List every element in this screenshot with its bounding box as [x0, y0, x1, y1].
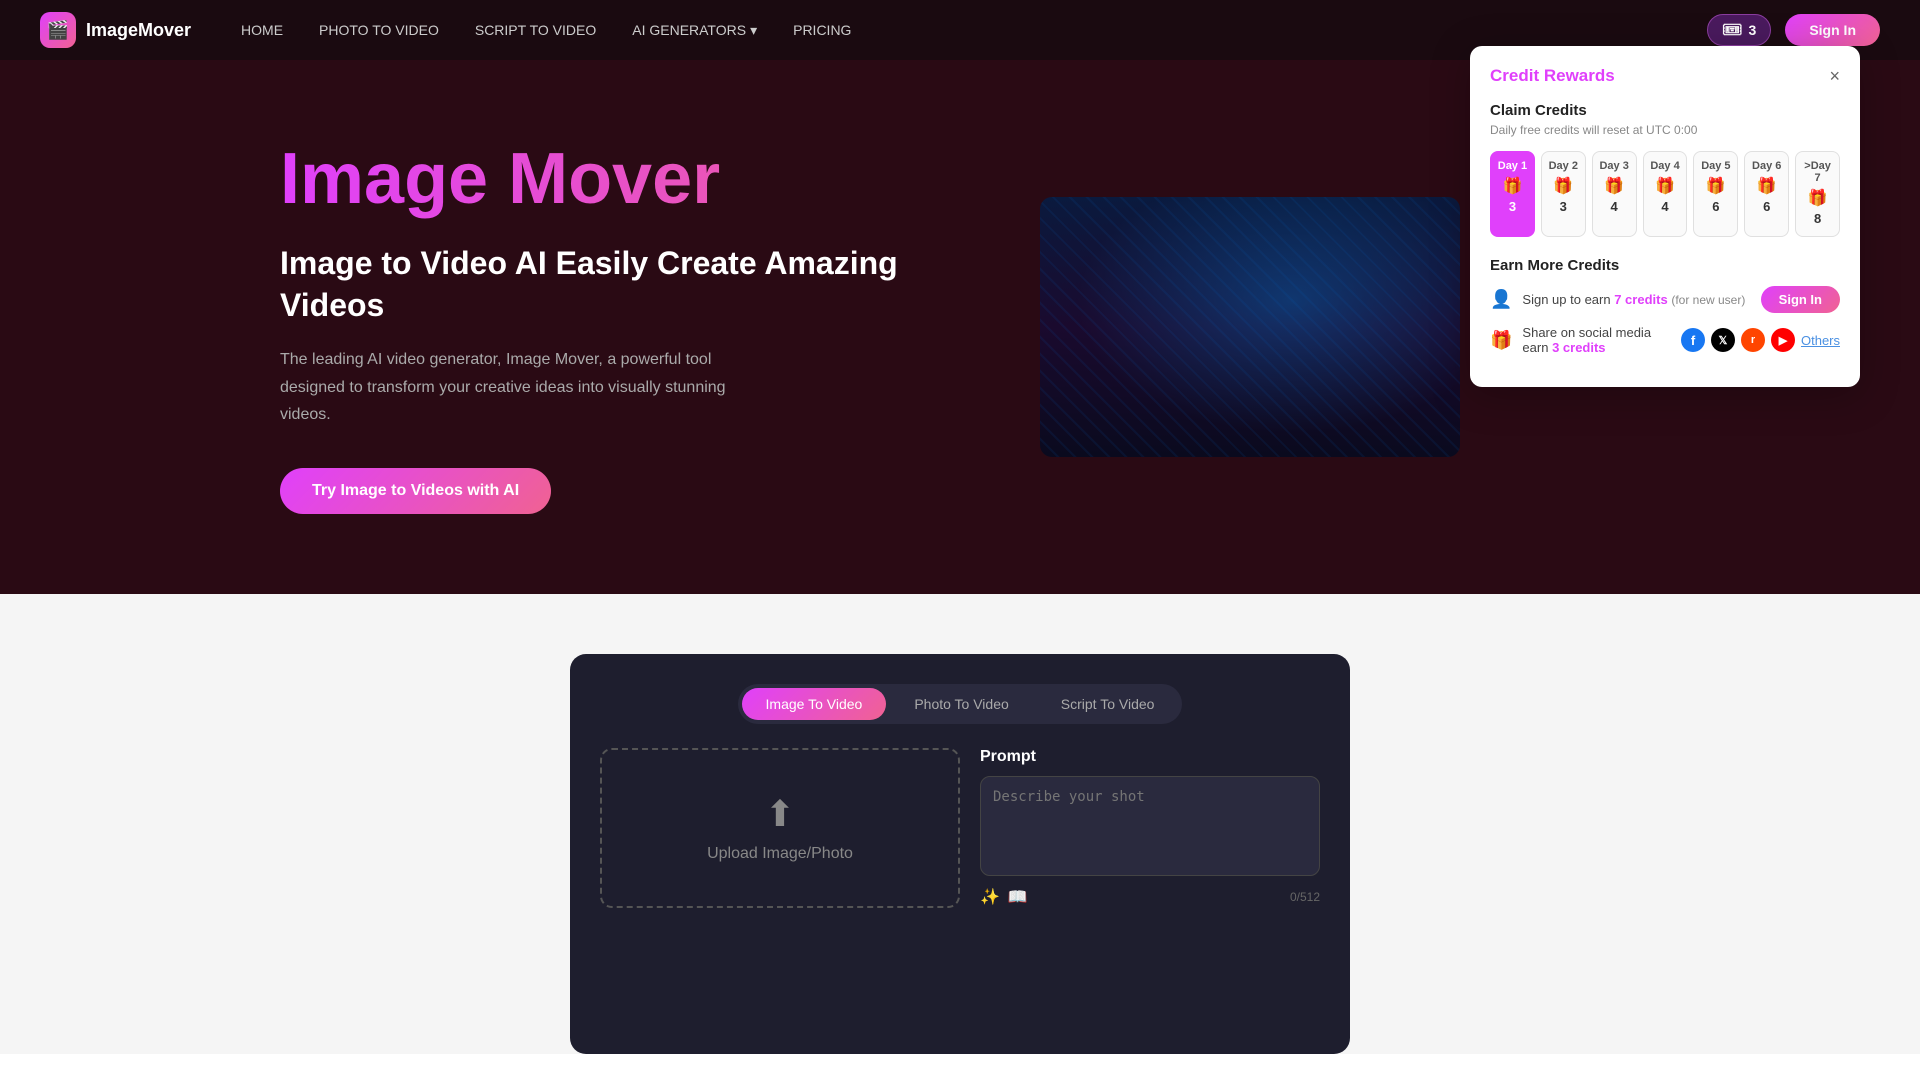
nav-links: HOME PHOTO TO VIDEO SCRIPT TO VIDEO AI G… — [241, 22, 1707, 39]
others-link[interactable]: Others — [1801, 333, 1840, 348]
social-icons: f 𝕏 r ▶ Others — [1681, 328, 1840, 352]
hero-description: The leading AI video generator, Image Mo… — [280, 346, 780, 428]
day-card-7[interactable]: >Day 7 🎁 8 — [1795, 151, 1840, 237]
lower-section: Image To VideoPhoto To VideoScript To Vi… — [0, 594, 1920, 1054]
gift-icon: 🎁 — [1490, 330, 1512, 351]
credits-count: 3 — [1749, 22, 1757, 38]
day-card-5[interactable]: Day 5 🎁 6 — [1693, 151, 1738, 237]
youtube-icon[interactable]: ▶ — [1771, 328, 1795, 352]
logo-text: ImageMover — [86, 20, 191, 41]
tool-body: ⬆ Upload Image/Photo Prompt ✨ 📖 0/512 — [600, 748, 1320, 908]
image-overlay — [1040, 197, 1460, 457]
nav-photo-to-video[interactable]: PHOTO TO VIDEO — [319, 22, 439, 39]
tab-script-to-video[interactable]: Script To Video — [1037, 688, 1179, 720]
prompt-icons: ✨ 📖 — [980, 887, 1028, 907]
day-card-3[interactable]: Day 3 🎁 4 — [1592, 151, 1637, 237]
credit-popup: Credit Rewards × Claim Credits Daily fre… — [1470, 46, 1860, 387]
nav-home[interactable]: HOME — [241, 22, 283, 39]
logo-area[interactable]: 🎬 ImageMover — [40, 12, 191, 48]
hero-title: Image Mover — [280, 140, 980, 219]
signup-credits: 7 credits — [1614, 292, 1667, 307]
x-twitter-icon[interactable]: 𝕏 — [1711, 328, 1735, 352]
earn-title: Earn More Credits — [1490, 257, 1840, 274]
days-row: Day 1 🎁 3 Day 2 🎁 3 Day 3 🎁 4 Day 4 🎁 4 … — [1490, 151, 1840, 237]
claim-subtitle: Daily free credits will reset at UTC 0:0… — [1490, 123, 1840, 137]
hero-content: Image Mover Image to Video AI Easily Cre… — [280, 140, 980, 514]
nav-pricing[interactable]: PRICING — [793, 22, 851, 39]
tab-image-to-video[interactable]: Image To Video — [742, 688, 887, 720]
upload-icon: ⬆ — [765, 793, 795, 835]
book-icon[interactable]: 📖 — [1008, 887, 1028, 907]
chevron-down-icon: ▾ — [750, 22, 757, 39]
credits-icon: 🎟 — [1722, 20, 1742, 40]
day-card-4[interactable]: Day 4 🎁 4 — [1643, 151, 1688, 237]
earn-signup-note: (for new user) — [1671, 293, 1745, 307]
tabs-row: Image To VideoPhoto To VideoScript To Vi… — [738, 684, 1183, 724]
cta-button[interactable]: Try Image to Videos with AI — [280, 468, 551, 514]
prompt-label: Prompt — [980, 748, 1320, 766]
earn-row-signup: 👤 Sign up to earn 7 credits (for new use… — [1490, 286, 1840, 313]
magic-icon[interactable]: ✨ — [980, 887, 1000, 907]
reddit-icon[interactable]: r — [1741, 328, 1765, 352]
facebook-icon[interactable]: f — [1681, 328, 1705, 352]
nav-ai-generators[interactable]: AI GENERATORS ▾ — [632, 22, 757, 39]
nav-right: 🎟 3 Sign In — [1707, 14, 1880, 46]
logo-icon: 🎬 — [40, 12, 76, 48]
day-card-1[interactable]: Day 1 🎁 3 — [1490, 151, 1535, 237]
upload-area[interactable]: ⬆ Upload Image/Photo — [600, 748, 960, 908]
prompt-footer: ✨ 📖 0/512 — [980, 887, 1320, 907]
nav-script-to-video[interactable]: SCRIPT TO VIDEO — [475, 22, 596, 39]
tab-photo-to-video[interactable]: Photo To Video — [890, 688, 1032, 720]
tool-panel: Image To VideoPhoto To VideoScript To Vi… — [570, 654, 1350, 1054]
earn-signup-text: Sign up to earn 7 credits (for new user) — [1522, 292, 1750, 307]
popup-title: Credit Rewards — [1490, 66, 1615, 86]
earn-signin-button[interactable]: Sign In — [1761, 286, 1840, 313]
hero-image — [1040, 197, 1460, 457]
earn-row-social: 🎁 Share on social media earn 3 credits f… — [1490, 325, 1840, 355]
prompt-input[interactable] — [980, 776, 1320, 876]
social-credits: 3 credits — [1552, 340, 1605, 355]
signin-button[interactable]: Sign In — [1785, 14, 1880, 46]
day-card-2[interactable]: Day 2 🎁 3 — [1541, 151, 1586, 237]
credits-badge[interactable]: 🎟 3 — [1707, 14, 1771, 46]
char-count: 0/512 — [1290, 890, 1320, 904]
earn-social-text: Share on social media earn 3 credits — [1522, 325, 1671, 355]
popup-header: Credit Rewards × — [1490, 66, 1840, 86]
prompt-area: Prompt ✨ 📖 0/512 — [980, 748, 1320, 908]
hero-subtitle: Image to Video AI Easily Create Amazing … — [280, 243, 980, 326]
popup-close-button[interactable]: × — [1829, 67, 1840, 85]
user-icon: 👤 — [1490, 289, 1512, 310]
upload-text: Upload Image/Photo — [707, 845, 853, 863]
day-card-6[interactable]: Day 6 🎁 6 — [1744, 151, 1789, 237]
claim-title: Claim Credits — [1490, 102, 1840, 119]
